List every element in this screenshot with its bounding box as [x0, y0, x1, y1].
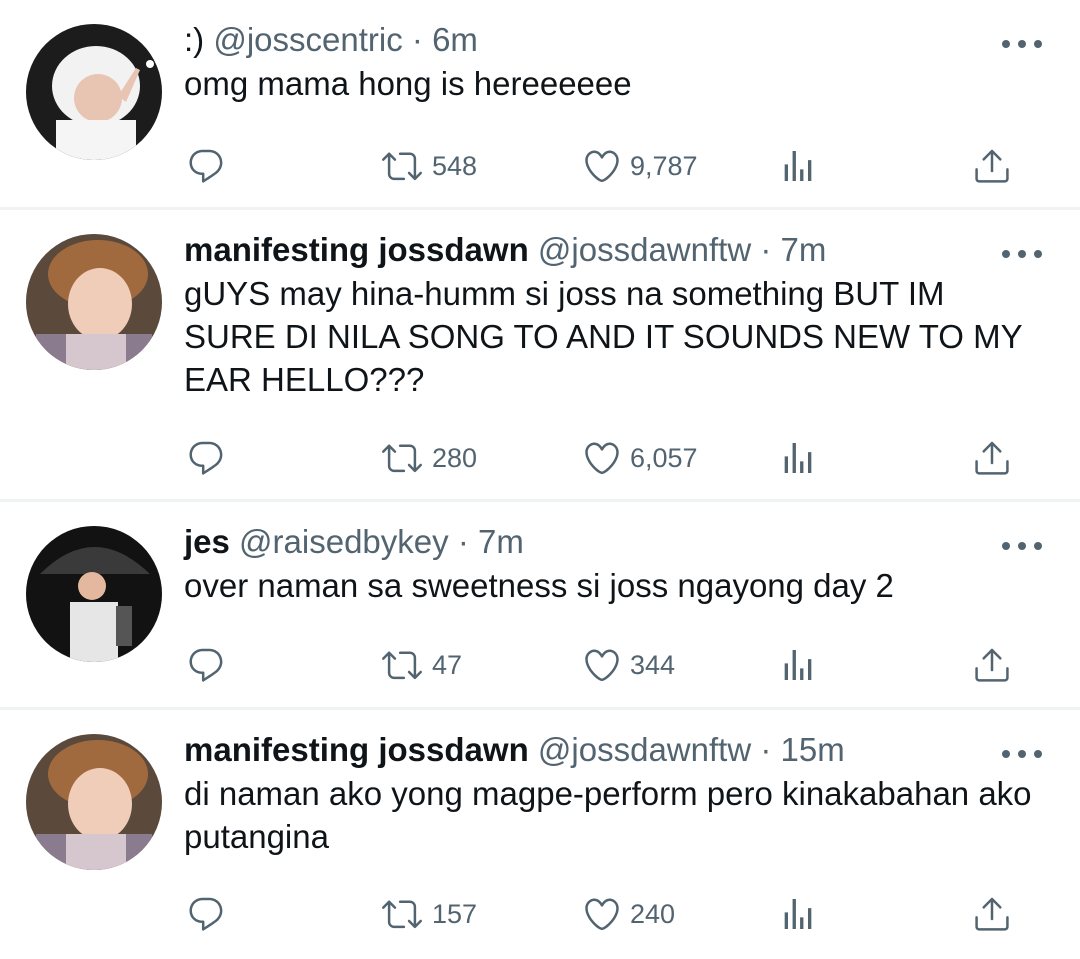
separator: ·	[457, 523, 469, 560]
retweet-count: 157	[432, 898, 478, 929]
analytics-icon	[784, 151, 812, 181]
timestamp[interactable]: 6m	[432, 21, 478, 58]
timestamp[interactable]: 7m	[781, 231, 827, 268]
more-icon[interactable]	[1002, 744, 1042, 764]
handle[interactable]: @josscentric	[213, 21, 402, 58]
like-button[interactable]: 6,057	[582, 432, 698, 484]
tweet[interactable]: manifesting jossdawn @jossdawnftw · 7m g…	[0, 210, 1080, 502]
tweet-header: jes @raisedbykey · 7m	[184, 520, 1044, 564]
reply-icon	[189, 441, 223, 475]
tweet[interactable]: manifesting jossdawn @jossdawnftw · 15m …	[0, 710, 1080, 959]
retweet-icon	[382, 900, 422, 929]
analytics-icon	[784, 899, 812, 929]
retweet-count: 280	[432, 442, 478, 473]
handle[interactable]: @jossdawnftw	[538, 231, 751, 268]
avatar[interactable]	[26, 234, 162, 370]
reply-icon	[189, 897, 223, 931]
share-icon	[975, 149, 1009, 183]
tweet-header: manifesting jossdawn @jossdawnftw · 15m	[184, 728, 1044, 772]
reply-icon	[189, 648, 223, 682]
display-name[interactable]: jes	[184, 523, 230, 560]
tweet-header: :) @josscentric · 6m	[184, 18, 1044, 62]
timeline: :) @josscentric · 6m omg mama hong is he…	[0, 0, 1080, 959]
tweet-text: omg mama hong is hereeeeee	[184, 65, 632, 102]
views-button[interactable]	[778, 639, 818, 691]
heart-icon	[585, 649, 619, 682]
reply-button[interactable]	[186, 432, 226, 484]
retweet-icon	[382, 651, 422, 680]
avatar[interactable]	[26, 526, 162, 662]
tweet-content: manifesting jossdawn @jossdawnftw · 7m g…	[184, 228, 1044, 401]
display-name[interactable]: manifesting jossdawn	[184, 231, 529, 268]
handle[interactable]: @jossdawnftw	[538, 731, 751, 768]
tweet-header: manifesting jossdawn @jossdawnftw · 7m	[184, 228, 1044, 272]
retweet-button[interactable]: 548	[380, 140, 477, 192]
separator: ·	[760, 731, 772, 768]
tweet-content: :) @josscentric · 6m omg mama hong is he…	[184, 18, 1044, 105]
retweet-icon	[382, 152, 422, 181]
like-count: 344	[630, 649, 676, 680]
retweet-count: 47	[432, 649, 463, 680]
tweet-content: manifesting jossdawn @jossdawnftw · 15m …	[184, 728, 1044, 858]
share-button[interactable]	[972, 140, 1012, 192]
separator: ·	[411, 21, 423, 58]
tweet-text: gUYS may hina-humm si joss na something …	[184, 275, 1023, 398]
tweet-text: di naman ako yong magpe-perform pero kin…	[184, 775, 1032, 855]
share-button[interactable]	[972, 639, 1012, 691]
tweet-content: jes @raisedbykey · 7m over naman sa swee…	[184, 520, 1044, 607]
tweet[interactable]: :) @josscentric · 6m omg mama hong is he…	[0, 0, 1080, 210]
views-button[interactable]	[778, 888, 818, 940]
like-button[interactable]: 344	[582, 639, 675, 691]
tweet-text: over naman sa sweetness si joss ngayong …	[184, 567, 894, 604]
separator: ·	[760, 231, 772, 268]
handle[interactable]: @raisedbykey	[239, 523, 449, 560]
tweet-actions: 280 6,057	[184, 432, 1020, 484]
heart-icon	[585, 150, 619, 183]
retweet-count: 548	[432, 150, 478, 181]
share-icon	[975, 897, 1009, 931]
more-icon[interactable]	[1002, 536, 1042, 556]
views-button[interactable]	[778, 432, 818, 484]
reply-button[interactable]	[186, 140, 226, 192]
retweet-button[interactable]: 47	[380, 639, 462, 691]
tweet[interactable]: jes @raisedbykey · 7m over naman sa swee…	[0, 502, 1080, 710]
heart-icon	[585, 442, 619, 475]
reply-button[interactable]	[186, 888, 226, 940]
analytics-icon	[784, 443, 812, 473]
display-name[interactable]: :)	[184, 21, 204, 58]
more-icon[interactable]	[1002, 244, 1042, 264]
views-button[interactable]	[778, 140, 818, 192]
share-button[interactable]	[972, 888, 1012, 940]
more-icon[interactable]	[1002, 34, 1042, 54]
tweet-actions: 548 9,787	[184, 140, 1020, 192]
like-count: 6,057	[630, 442, 698, 473]
like-button[interactable]: 240	[582, 888, 675, 940]
avatar[interactable]	[26, 24, 162, 160]
like-count: 9,787	[630, 150, 698, 181]
retweet-button[interactable]: 280	[380, 432, 477, 484]
retweet-icon	[382, 444, 422, 473]
share-icon	[975, 648, 1009, 682]
reply-icon	[189, 149, 223, 183]
timestamp[interactable]: 7m	[478, 523, 524, 560]
tweet-actions: 47 344	[184, 639, 1020, 691]
tweet-actions: 157 240	[184, 888, 1020, 940]
heart-icon	[585, 898, 619, 931]
share-button[interactable]	[972, 432, 1012, 484]
analytics-icon	[784, 650, 812, 680]
timestamp[interactable]: 15m	[781, 731, 845, 768]
display-name[interactable]: manifesting jossdawn	[184, 731, 529, 768]
retweet-button[interactable]: 157	[380, 888, 477, 940]
like-count: 240	[630, 898, 676, 929]
share-icon	[975, 441, 1009, 475]
avatar[interactable]	[26, 734, 162, 870]
like-button[interactable]: 9,787	[582, 140, 698, 192]
reply-button[interactable]	[186, 639, 226, 691]
